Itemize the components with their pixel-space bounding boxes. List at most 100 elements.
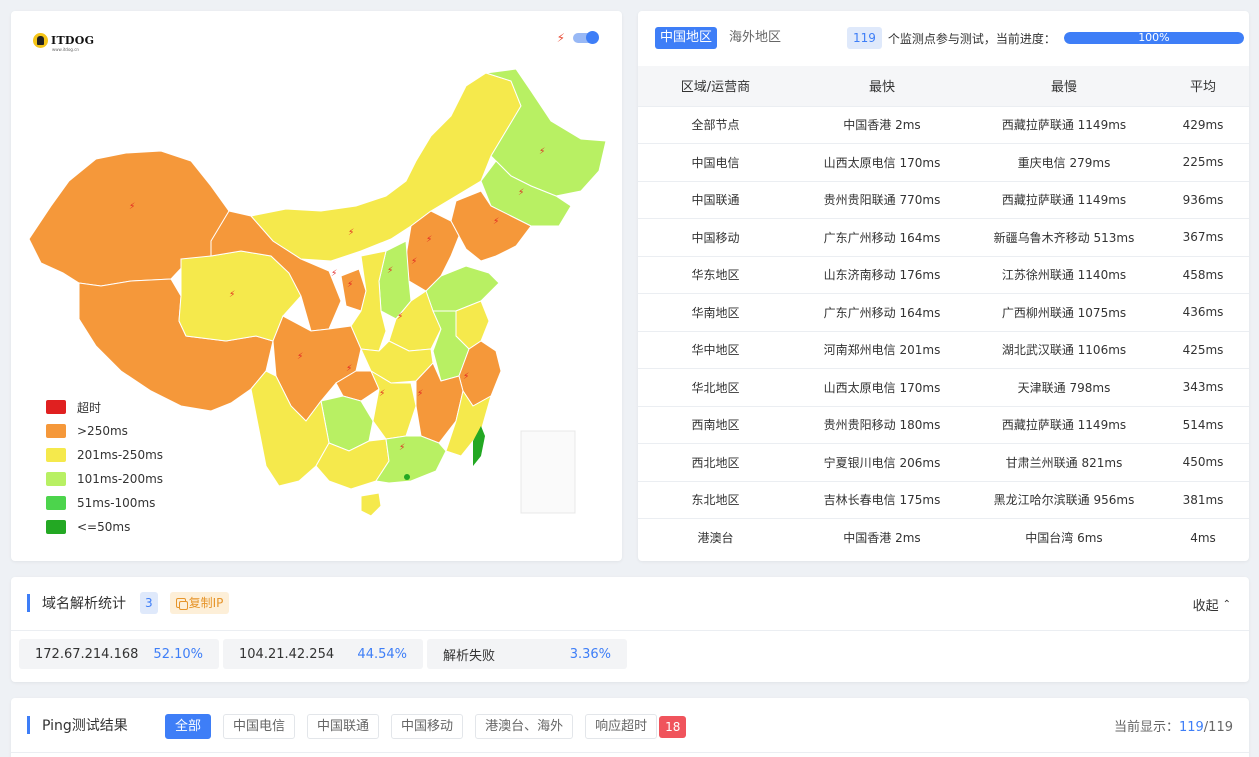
dns-percent: 44.54%	[357, 646, 407, 662]
filter-timeout[interactable]: 响应超时	[585, 714, 658, 739]
table-row: 全部节点 中国香港 2ms 西藏拉萨联通 1149ms 429ms	[638, 105, 1249, 144]
display-prefix: 当前显示：	[1113, 720, 1179, 735]
column-header-average: 平均	[1157, 66, 1249, 106]
collapse-button[interactable]: 收起 ⌃	[1193, 595, 1231, 614]
cell-slowest: 甘肃兰州联通 821ms	[971, 443, 1157, 481]
dns-result-item: 解析失败 3.36%	[427, 639, 627, 669]
cell-fastest: 广东广州移动 164ms	[793, 293, 971, 331]
timeout-count-badge: 18	[659, 715, 687, 738]
table-row: 华中地区 河南郑州电信 201ms 湖北武汉联通 1106ms 425ms	[638, 330, 1249, 369]
cell-region: 东北地区	[638, 480, 793, 519]
ping-section-header: Ping测试结果	[27, 715, 128, 735]
bolt-marker-icon: ⚡	[379, 389, 385, 399]
copy-ip-label: 复制IP	[188, 596, 224, 610]
table-row: 华南地区 广东广州移动 164ms 广西柳州联通 1075ms 436ms	[638, 293, 1249, 331]
logo-subtext: www.itdog.cn	[52, 47, 79, 52]
table-row: 中国电信 山西太原电信 170ms 重庆电信 279ms 225ms	[638, 143, 1249, 181]
region-stats-panel: 中国地区 海外地区 119 个监测点参与测试，当前进度： 100% 区域/运营商…	[638, 11, 1249, 561]
divider	[11, 630, 1249, 631]
region-hainan[interactable]	[360, 492, 382, 517]
latency-map-panel: ⚡ ⚡ ⚡ ⚡ ⚡ ⚡ ⚡ ⚡ ⚡ ⚡ ⚡ ⚡ ⚡ ⚡ ⚡ ⚡ ⚡ ⚡ ITDO…	[11, 11, 622, 561]
bolt-marker-icon: ⚡	[518, 188, 524, 198]
cell-region: 全部节点	[638, 105, 793, 144]
probe-progress-info: 119 个监测点参与测试，当前进度： 100%	[847, 27, 1244, 49]
bolt-marker-icon: ⚡	[346, 364, 352, 374]
cell-fastest: 贵州贵阳移动 180ms	[793, 405, 971, 444]
table-row: 华北地区 山西太原电信 170ms 天津联通 798ms 343ms	[638, 368, 1249, 406]
dns-resolution-panel: 域名解析统计 3 复制IP 收起 ⌃ 172.67.214.168 52.10%…	[11, 577, 1249, 682]
ping-section-title: Ping测试结果	[42, 718, 128, 734]
legend-swatch	[46, 472, 66, 486]
column-header-slowest: 最慢	[971, 66, 1157, 106]
collapse-label: 收起	[1192, 599, 1219, 614]
bolt-marker-icon: ⚡	[493, 217, 499, 227]
dns-section-header: 域名解析统计 3 复制IP	[27, 592, 230, 614]
legend-swatch	[46, 520, 66, 534]
copy-ip-button[interactable]: 复制IP	[169, 592, 230, 614]
tab-overseas-region[interactable]: 海外地区	[724, 27, 786, 49]
cell-slowest: 黑龙江哈尔滨联通 956ms	[971, 480, 1157, 519]
bolt-marker-icon: ⚡	[348, 228, 354, 238]
cell-fastest: 贵州贵阳联通 770ms	[793, 180, 971, 219]
bolt-marker-icon: ⚡	[397, 312, 403, 322]
cell-slowest: 中国台湾 6ms	[971, 518, 1157, 556]
cell-slowest: 西藏拉萨联通 1149ms	[971, 405, 1157, 444]
cell-slowest: 湖北武汉联通 1106ms	[971, 330, 1157, 369]
south-china-sea-inset	[520, 430, 576, 514]
cell-region: 华南地区	[638, 293, 793, 331]
cell-average: 225ms	[1157, 143, 1249, 181]
region-hongkong[interactable]	[404, 474, 410, 480]
bolt-marker-icon: ⚡	[347, 280, 353, 290]
region-stats-table: 区域/运营商 最快 最慢 平均 全部节点 中国香港 2ms 西藏拉萨联通 1149m…	[638, 66, 1249, 556]
bolt-marker-icon: ⚡	[399, 443, 405, 453]
cell-slowest: 江苏徐州联通 1140ms	[971, 255, 1157, 294]
cell-region: 华北地区	[638, 368, 793, 406]
bolt-marker-icon: ⚡	[297, 352, 303, 362]
legend-swatch	[46, 400, 66, 414]
table-row: 西北地区 宁夏银川电信 206ms 甘肃兰州联通 821ms 450ms	[638, 443, 1249, 481]
legend-item: 101ms-200ms	[46, 467, 163, 491]
bolt-marker-icon: ⚡	[417, 389, 423, 399]
tab-china-region[interactable]: 中国地区	[655, 27, 718, 49]
cell-region: 港澳台	[638, 518, 793, 556]
filter-unicom[interactable]: 中国联通	[307, 714, 380, 739]
legend-item: 201ms-250ms	[46, 443, 163, 467]
logo-text: ITDOG	[51, 34, 95, 47]
cell-region: 华东地区	[638, 255, 793, 294]
filter-all[interactable]: 全部	[165, 714, 212, 739]
cell-average: 450ms	[1157, 443, 1249, 481]
bolt-marker-icon: ⚡	[331, 269, 337, 279]
cell-region: 中国联通	[638, 180, 793, 219]
display-count: 当前显示：119/119	[1114, 716, 1233, 735]
dns-result-item: 104.21.42.254 44.54%	[223, 639, 423, 669]
display-total: /119	[1203, 720, 1233, 735]
cell-average: 436ms	[1157, 293, 1249, 331]
cell-fastest: 中国香港 2ms	[793, 105, 971, 144]
legend-label: 101ms-200ms	[77, 472, 164, 486]
probe-count-badge: 119	[847, 27, 882, 49]
bolt-marker-icon: ⚡	[129, 202, 135, 212]
legend-swatch	[46, 448, 66, 462]
legend-item: <=50ms	[46, 515, 163, 539]
legend-label: >250ms	[77, 424, 128, 438]
legend-item: 51ms-100ms	[46, 491, 163, 515]
display-current: 119	[1178, 720, 1204, 735]
cell-region: 中国电信	[638, 143, 793, 181]
itdog-logo: ITDOG www.itdog.cn	[33, 33, 95, 52]
filter-telecom[interactable]: 中国电信	[223, 714, 296, 739]
column-header-fastest: 最快	[793, 66, 971, 106]
map-legend: 超时 >250ms 201ms-250ms 101ms-200ms 51ms-1…	[46, 395, 163, 539]
section-accent-bar	[27, 716, 30, 734]
filter-hk-overseas[interactable]: 港澳台、海外	[475, 714, 574, 739]
dns-percent: 3.36%	[569, 646, 611, 662]
filter-mobile[interactable]: 中国移动	[391, 714, 464, 739]
marker-toggle-switch[interactable]	[573, 31, 599, 44]
dns-percent: 52.10%	[153, 646, 203, 662]
cell-fastest: 中国香港 2ms	[793, 518, 971, 556]
cell-average: 4ms	[1157, 518, 1249, 556]
section-accent-bar	[27, 594, 30, 612]
legend-item: >250ms	[46, 419, 163, 443]
cell-fastest: 山东济南移动 176ms	[793, 255, 971, 294]
cell-average: 936ms	[1157, 180, 1249, 219]
table-row: 中国联通 贵州贵阳联通 770ms 西藏拉萨联通 1149ms 936ms	[638, 180, 1249, 219]
